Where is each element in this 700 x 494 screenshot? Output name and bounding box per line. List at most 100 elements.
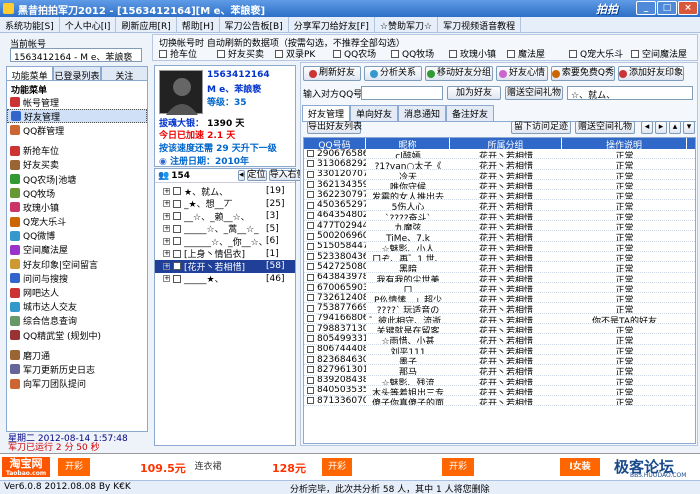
func-item[interactable]: 玫瑰小镇 xyxy=(7,200,147,214)
tree-group[interactable]: + [花开丶若相惜] [58] xyxy=(155,260,295,273)
table-row[interactable]: 313068292 ?1?van○太子《 花开丶若相惜 正常 xyxy=(304,159,695,170)
checkbox[interactable] xyxy=(217,49,225,58)
table-row[interactable]: 500206960 TiMe、7.k 花开丶若相惜 正常 xyxy=(304,231,695,242)
table-row[interactable]: 643843978 我有我的尘世美 花开丶若相惜 正常 xyxy=(304,273,695,283)
tree-group[interactable]: + _★、想__丆 [25] xyxy=(155,198,295,210)
row-checkbox[interactable] xyxy=(307,201,314,209)
func-item[interactable]: 向军刀团队提问 xyxy=(7,377,147,391)
table-row[interactable]: 542725080 黑暗 花开丶若相惜 正常 xyxy=(304,262,695,273)
row-checkbox[interactable] xyxy=(307,294,314,302)
action-button[interactable]: 好友心情 xyxy=(496,66,548,81)
func-item[interactable]: 好友管理 xyxy=(7,109,147,124)
subtab[interactable]: 单向好友 xyxy=(350,105,399,121)
func-item[interactable]: 空间魔法屋 xyxy=(7,243,147,257)
subtab[interactable]: 消息通知 xyxy=(398,105,447,121)
menu-item-3[interactable]: 帮助[H] xyxy=(177,17,220,33)
func-item[interactable]: 问问与搜搜 xyxy=(7,271,147,285)
subtab[interactable]: 备注好友 xyxy=(446,105,495,121)
menu-item-0[interactable]: 系统功能[S] xyxy=(0,17,60,33)
switch-option[interactable]: 玫瑰小镇 xyxy=(449,47,507,60)
tree-group[interactable]: + [上身丶情侣衣] [1] xyxy=(155,248,295,260)
switch-option[interactable]: 抢车位 xyxy=(159,47,217,60)
row-checkbox[interactable] xyxy=(307,211,314,219)
group-select[interactable]: ☆、就ム、 xyxy=(567,86,693,100)
switch-option[interactable]: QQ牧场 xyxy=(391,47,449,60)
tree-group[interactable]: + _____☆、_蒿__☆_ [5] xyxy=(155,223,295,235)
table-row[interactable]: 839208438 ☆魅影、残流 花开丶若相惜 正常 xyxy=(304,376,695,386)
table-row[interactable]: 823684630 墨子 花开丶若相惜 正常 xyxy=(304,355,695,366)
leave-footprint-button[interactable]: 留下访问足迹 xyxy=(511,121,571,134)
row-checkbox[interactable] xyxy=(307,242,314,250)
send-space-gift-button[interactable]: 赠送空间礼物 xyxy=(575,121,635,134)
up-icon[interactable]: ▴ xyxy=(669,121,681,134)
checkbox[interactable] xyxy=(173,262,181,271)
action-button[interactable]: 索要免费Q秀 xyxy=(551,66,615,81)
func-item[interactable]: 帐号管理 xyxy=(7,95,147,109)
func-item[interactable]: 军刀更新历史日志 xyxy=(7,362,147,376)
expand-icon[interactable]: + xyxy=(163,237,170,245)
checkbox[interactable] xyxy=(449,49,457,58)
checkbox[interactable] xyxy=(275,49,283,58)
table-row[interactable]: 840503535 木头等着姐出三专 花开丶若相惜 正常 xyxy=(304,386,695,397)
table-row[interactable]: 670065903 口 花开丶若相惜 正常 xyxy=(304,283,695,294)
ad-price-1[interactable]: 109.5元 xyxy=(140,460,186,476)
subtab[interactable]: 好友管理 xyxy=(302,105,351,121)
expand-icon[interactable]: + xyxy=(163,200,170,208)
expand-icon[interactable]: + xyxy=(163,187,170,195)
ad-banner[interactable]: 淘宝网 Taobao.com 开彩 109.5元 连衣裙 128元 开彩 开彩 I… xyxy=(0,453,700,480)
menu-item-4[interactable]: 军刀公告板[B] xyxy=(220,17,289,33)
table-row[interactable]: 464354802 `????奋斗` 花开丶若相惜 正常 xyxy=(304,211,695,222)
close-button[interactable]: × xyxy=(678,1,698,15)
row-checkbox[interactable] xyxy=(307,366,314,374)
switch-option[interactable]: 双录PK xyxy=(275,47,333,60)
func-item[interactable]: QQ农场|池塘 xyxy=(7,172,147,186)
maximize-button[interactable]: □ xyxy=(657,1,677,15)
col-group[interactable]: 所属分组 xyxy=(450,138,562,151)
row-checkbox[interactable] xyxy=(307,150,314,158)
table-row[interactable]: 477T02944 九魔弦 花开丶若相惜 正常 xyxy=(304,221,695,232)
row-checkbox[interactable] xyxy=(307,253,314,261)
account-select[interactable]: 1563412164 - M e、苯誏亵 xyxy=(10,48,142,62)
expand-icon[interactable]: + xyxy=(163,212,170,220)
row-checkbox[interactable] xyxy=(307,386,314,394)
ad-open-2[interactable]: 开彩 xyxy=(322,458,352,476)
row-checkbox[interactable] xyxy=(307,170,314,178)
func-item[interactable]: QQ牧场 xyxy=(7,186,147,200)
checkbox[interactable] xyxy=(173,199,181,208)
checkbox[interactable] xyxy=(173,274,181,283)
row-checkbox[interactable] xyxy=(307,232,314,240)
table-row[interactable]: 450365297 5伤人心 花开丶若相惜 正常 xyxy=(304,200,695,211)
table-row[interactable]: 753877669 ????` 玩适音の 花开丶若相惜 正常 xyxy=(304,303,695,314)
table-row[interactable]: 732612408 P仫情愫...」超少 花开丶若相惜 正常 xyxy=(304,293,695,304)
export-button[interactable]: 导出好友列表 xyxy=(307,121,362,134)
prev-icon[interactable]: ◂ xyxy=(641,121,653,134)
col-status[interactable]: 操作说明 xyxy=(562,138,687,151)
down-icon[interactable]: ▾ xyxy=(683,121,695,134)
func-item[interactable]: QQ群管理 xyxy=(7,123,147,137)
func-item[interactable]: Q宠大乐斗 xyxy=(7,215,147,229)
table-row[interactable]: 290676586 cl醉嫣 花开丶若相惜 正常 xyxy=(304,149,695,160)
row-checkbox[interactable] xyxy=(307,356,314,364)
expand-icon[interactable]: + xyxy=(163,250,170,258)
row-checkbox[interactable] xyxy=(307,345,314,353)
table-row[interactable]: 798837130 关键就是在留客 花开丶若相惜 正常 xyxy=(304,324,695,335)
table-row[interactable]: 827961301 那马 花开丶若相惜 正常 xyxy=(304,365,695,376)
func-item[interactable]: QQ精武堂 (规划中) xyxy=(7,328,147,342)
tree-group[interactable]: + ______☆、_你__☆、 [6] xyxy=(155,235,295,248)
switch-option[interactable]: 好友买卖 xyxy=(217,47,275,60)
send-gift-button[interactable]: 赠送空间礼物 xyxy=(505,86,563,100)
row-checkbox[interactable] xyxy=(307,397,314,405)
table-row[interactable]: 794166806 ゛彼此相守、流逝.. 花开丶若相惜 你不是TA的好友 xyxy=(304,314,695,325)
row-checkbox[interactable] xyxy=(307,222,314,230)
expand-icon[interactable]: + xyxy=(163,262,170,270)
row-checkbox[interactable] xyxy=(307,325,314,333)
switch-option[interactable]: QQ农场 xyxy=(333,47,391,60)
func-item[interactable]: 磨刀通 xyxy=(7,348,147,362)
checkbox[interactable] xyxy=(173,249,181,258)
switch-option[interactable]: 空间魔法屋 xyxy=(631,47,693,60)
ad-open-3[interactable]: 开彩 xyxy=(442,458,474,476)
switch-option[interactable]: 魔法屋 xyxy=(507,47,569,60)
row-checkbox[interactable] xyxy=(307,160,314,168)
table-row[interactable]: 362230797 发霉的女人推出去 花开丶若相惜 正常 xyxy=(304,190,695,201)
checkbox[interactable] xyxy=(391,49,399,58)
